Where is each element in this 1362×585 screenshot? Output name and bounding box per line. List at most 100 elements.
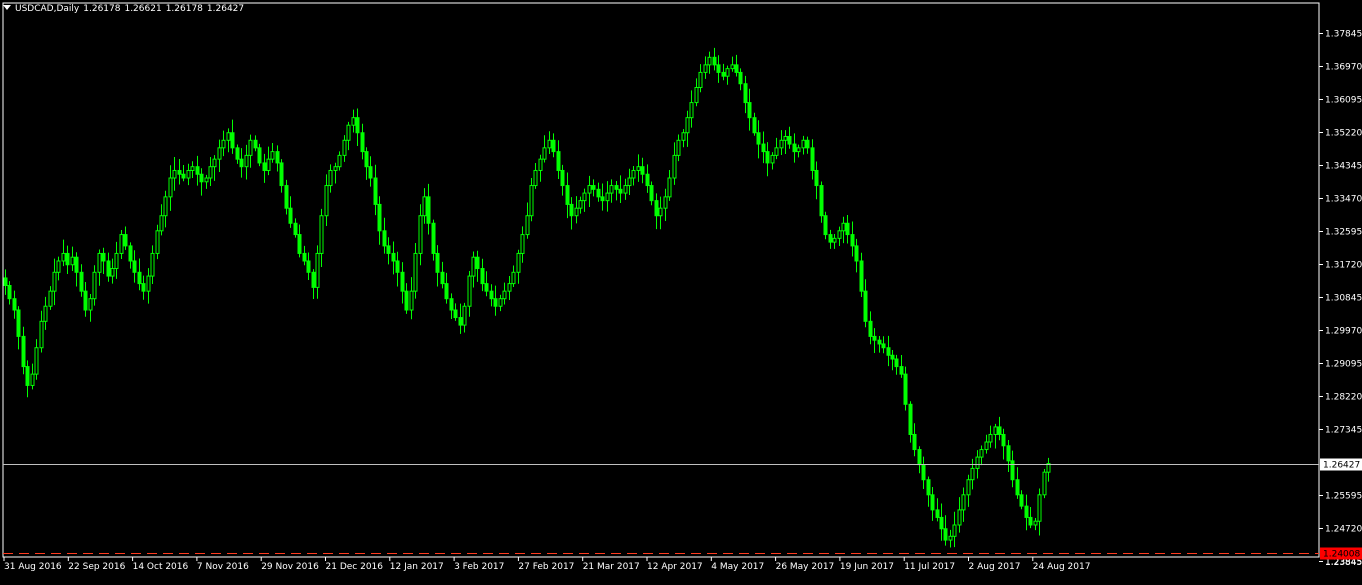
candle-body xyxy=(25,366,30,386)
candle-body xyxy=(404,290,409,311)
candle-body xyxy=(262,162,267,171)
x-tick-label: 14 Oct 2016 xyxy=(133,562,189,572)
candle-body xyxy=(79,271,84,292)
y-tick-label: 1.30845 xyxy=(1325,294,1362,304)
x-tick-label: 2 Aug 2017 xyxy=(969,562,1021,572)
candle-body xyxy=(525,215,530,236)
candle-body xyxy=(828,234,833,243)
candle-body xyxy=(52,271,57,292)
candle-body xyxy=(484,283,489,292)
candle-body xyxy=(101,252,106,262)
candle-body xyxy=(114,252,119,270)
candle-body xyxy=(560,169,565,187)
candle-body xyxy=(212,158,217,168)
candle-body xyxy=(426,196,431,224)
candle-body xyxy=(275,151,280,164)
candle-body xyxy=(872,335,877,341)
candle-body xyxy=(208,166,213,179)
candle-body xyxy=(409,290,414,311)
candle-body xyxy=(752,117,757,134)
candle-body xyxy=(39,320,44,349)
y-tick-label: 1.35220 xyxy=(1325,129,1362,139)
candle-body xyxy=(400,271,405,292)
x-tick-label: 29 Nov 2016 xyxy=(261,562,319,572)
x-tick-label: 21 Mar 2017 xyxy=(583,562,640,572)
candle-body xyxy=(672,154,677,179)
candle-body xyxy=(899,366,904,375)
candle-body xyxy=(645,173,650,187)
x-tick-label: 11 Jul 2017 xyxy=(904,562,955,572)
candle-body xyxy=(707,56,712,66)
candle-body xyxy=(373,177,378,205)
candle-body xyxy=(61,252,66,262)
candle-body xyxy=(413,252,418,292)
x-tick-label: 27 Feb 2017 xyxy=(518,562,574,572)
chart-canvas: 1.37845 1.36970 1.36095 1.35220 1.34345 1.334… xyxy=(2,2,1362,572)
candle-body xyxy=(70,256,75,266)
candle-body xyxy=(502,290,507,300)
candle-body xyxy=(917,449,922,466)
y-tick-label: 1.25595 xyxy=(1325,492,1362,502)
candle-body xyxy=(12,298,17,311)
candle-body xyxy=(297,234,302,254)
candle-body xyxy=(1042,471,1047,496)
candle-body xyxy=(912,433,917,451)
candle-body xyxy=(609,185,614,194)
candle-body xyxy=(886,347,891,356)
y-tick-label: 1.33470 xyxy=(1325,195,1362,205)
x-tick-label: 12 Apr 2017 xyxy=(647,562,703,572)
current-price-tag: 1.26427 xyxy=(1320,458,1362,471)
candle-body xyxy=(355,117,360,134)
candle-body xyxy=(83,290,88,311)
candle-body xyxy=(489,290,494,300)
candle-body xyxy=(1019,494,1024,507)
candle-body xyxy=(859,260,864,292)
candle-body xyxy=(636,166,641,171)
candle-body xyxy=(663,196,668,209)
x-tick-label: 31 Aug 2016 xyxy=(4,562,62,572)
candle-body xyxy=(516,252,521,273)
candle-body xyxy=(712,56,717,66)
candle-body xyxy=(248,139,253,156)
candle-body xyxy=(761,143,766,153)
candle-body xyxy=(382,230,387,247)
candle-body xyxy=(966,479,971,496)
candle-body xyxy=(765,151,770,164)
candle-body xyxy=(253,139,258,149)
candle-body xyxy=(163,196,168,217)
candle-body xyxy=(631,169,636,179)
candle-body xyxy=(235,147,240,160)
candle-body xyxy=(186,169,191,179)
candle-body xyxy=(538,158,543,171)
candle-body xyxy=(195,166,200,175)
candle-body xyxy=(368,166,373,179)
level-price-tag: 1.238451.24008 xyxy=(1320,547,1362,568)
candle-body xyxy=(623,185,628,194)
candle-body xyxy=(721,71,726,77)
candle-body xyxy=(984,441,989,451)
candle-body xyxy=(391,252,396,262)
candle-body xyxy=(16,309,21,337)
y-tick-label: 1.29970 xyxy=(1325,327,1362,337)
candle-body xyxy=(658,207,663,217)
candle-body xyxy=(868,320,873,337)
candle-body xyxy=(640,166,645,175)
candle-body xyxy=(132,260,137,273)
candle-body xyxy=(279,162,284,187)
candle-body xyxy=(1028,516,1033,526)
candle-body xyxy=(774,147,779,156)
candle-body xyxy=(787,136,792,145)
candle-body xyxy=(266,158,271,171)
candle-body xyxy=(302,252,307,262)
candle-body xyxy=(792,143,797,153)
candle-body xyxy=(244,154,249,168)
candle-body xyxy=(328,169,333,187)
candle-body xyxy=(221,139,226,149)
candle-body xyxy=(730,64,735,70)
plot-frame xyxy=(2,2,1320,558)
candle-body xyxy=(507,283,512,292)
candle-body xyxy=(257,147,262,164)
candle-body xyxy=(7,284,12,300)
dropdown-triangle-icon[interactable] xyxy=(3,5,11,10)
high-value: 1.26621 xyxy=(124,4,162,14)
